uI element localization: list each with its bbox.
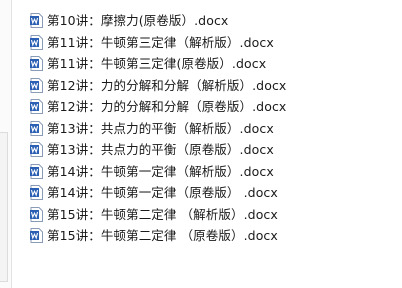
file-name: 第11讲：牛顿第三定律（解析版）.docx (47, 34, 274, 50)
word-doc-icon (30, 13, 43, 29)
file-name: 第15讲：牛顿第二定律 （原卷版）.docx (47, 228, 278, 244)
file-item[interactable]: 第13讲：共点力的平衡（原卷版）.docx (30, 139, 390, 161)
word-doc-icon (30, 56, 43, 72)
word-doc-icon (30, 99, 43, 115)
file-item[interactable]: 第12讲：力的分解和分解（原卷版）.docx (30, 96, 390, 118)
file-item[interactable]: 第13讲：共点力的平衡（解析版）.docx (30, 118, 390, 140)
file-name: 第10讲：摩擦力(原卷版）.docx (47, 13, 229, 29)
word-doc-icon (30, 185, 43, 201)
word-doc-icon (30, 142, 43, 158)
file-name: 第14讲：牛顿第一定律（解析版）.docx (47, 163, 274, 179)
word-doc-icon (30, 228, 43, 244)
file-name: 第15讲：牛顿第二定律 （解析版）.docx (47, 206, 278, 222)
scrollbar-thumb[interactable] (0, 132, 8, 282)
file-name: 第12讲：力的分解和分解（解析版）.docx (47, 77, 287, 93)
file-item[interactable]: 第10讲：摩擦力(原卷版）.docx (30, 10, 390, 32)
file-item[interactable]: 第14讲：牛顿第一定律（原卷版） .docx (30, 182, 390, 204)
file-item[interactable]: 第15讲：牛顿第二定律 （原卷版）.docx (30, 225, 390, 247)
file-name: 第13讲：共点力的平衡（原卷版）.docx (47, 142, 274, 158)
file-list: 第10讲：摩擦力(原卷版）.docx 第11讲：牛顿第三定律（解析版）.docx (30, 10, 390, 247)
word-doc-icon (30, 206, 43, 222)
file-item[interactable]: 第14讲：牛顿第一定律（解析版）.docx (30, 161, 390, 183)
file-name: 第11讲：牛顿第三定律(原卷版）.docx (47, 56, 267, 72)
file-item[interactable]: 第15讲：牛顿第二定律 （解析版）.docx (30, 204, 390, 226)
file-item[interactable]: 第11讲：牛顿第三定律(原卷版）.docx (30, 53, 390, 75)
file-name: 第14讲：牛顿第一定律（原卷版） .docx (47, 185, 278, 201)
file-name: 第12讲：力的分解和分解（原卷版）.docx (47, 99, 287, 115)
word-doc-icon (30, 77, 43, 93)
word-doc-icon (30, 34, 43, 50)
file-list-pane: 第10讲：摩擦力(原卷版）.docx 第11讲：牛顿第三定律（解析版）.docx (0, 0, 402, 288)
file-item[interactable]: 第12讲：力的分解和分解（解析版）.docx (30, 75, 390, 97)
word-doc-icon (30, 120, 43, 136)
file-item[interactable]: 第11讲：牛顿第三定律（解析版）.docx (30, 32, 390, 54)
word-doc-icon (30, 163, 43, 179)
file-name: 第13讲：共点力的平衡（解析版）.docx (47, 120, 274, 136)
